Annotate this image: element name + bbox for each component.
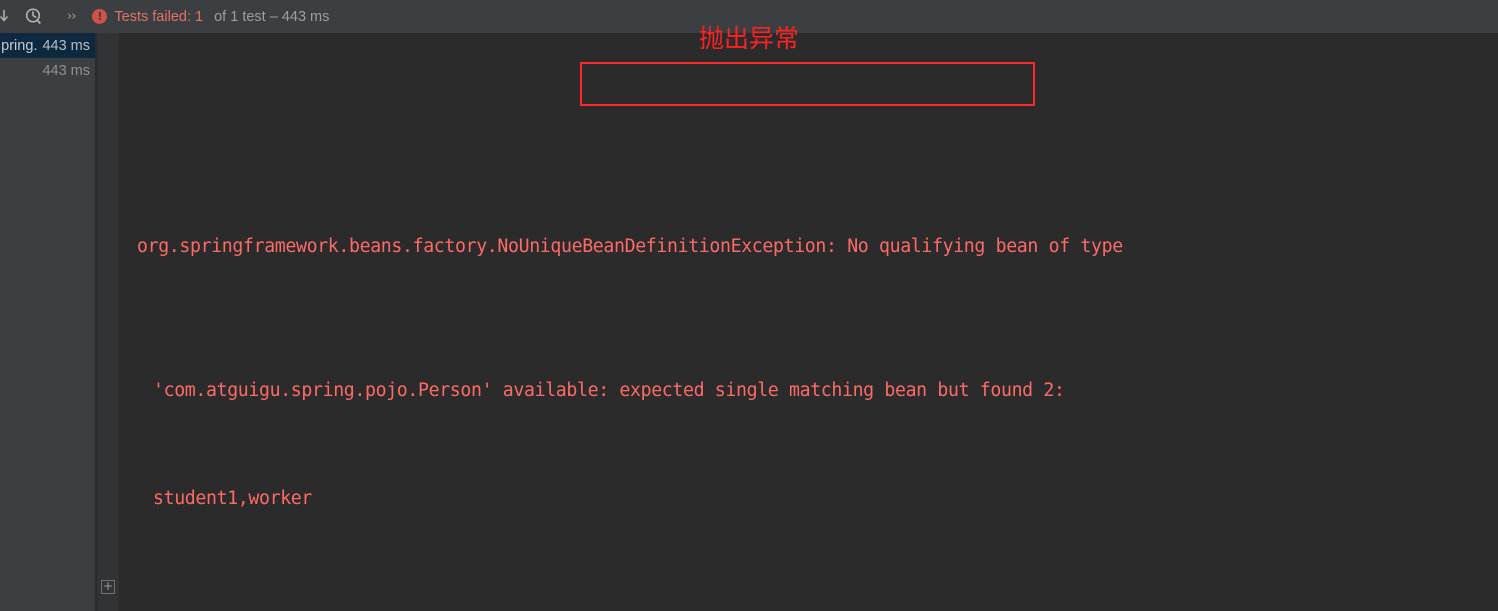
test-tree-pane[interactable]: pring. 443 ms 443 ms (0, 33, 95, 611)
test-tree-row-duration: 443 ms (42, 37, 90, 54)
tests-failed-label: Tests failed: 1 (114, 8, 204, 25)
test-status: ! Tests failed: 1 of 1 test – 443 ms (92, 9, 329, 25)
console-gutter (97, 33, 119, 611)
test-tree-row-selected[interactable]: pring. 443 ms (0, 33, 95, 58)
exception-message-head: No qualifying bean of type (836, 236, 1123, 257)
exception-class: NoUniqueBeanDefinitionException: (497, 236, 837, 257)
console-output-pane[interactable]: + org.springframework.beans.factory.NoUn… (97, 33, 1498, 611)
annotation-label: 抛出异常 (699, 24, 800, 53)
expand-fold-icon[interactable]: + (101, 580, 115, 594)
exception-line-1: org.springframework.beans.factory.NoUniq… (119, 229, 1498, 265)
tests-detail-label: of 1 test – 443 ms (210, 8, 330, 25)
test-tree-row-label: pring. (1, 37, 38, 54)
toolbar-overflow-chevron[interactable]: ›› (67, 9, 76, 24)
exception-package: org.springframework.beans.factory (137, 236, 487, 257)
stacktrace-text: org.springframework.beans.factory.NoUniq… (119, 33, 1498, 611)
exception-dot: . (486, 236, 498, 257)
test-tree-row-duration: 443 ms (42, 62, 90, 79)
test-tree-row[interactable]: 443 ms (0, 58, 95, 83)
history-clock-icon[interactable] (21, 4, 47, 30)
error-icon: ! (92, 9, 108, 24)
export-arrow-icon[interactable] (0, 4, 17, 30)
exception-line-3: student1,worker (153, 488, 312, 509)
exception-line-2: 'com.atguigu.spring.pojo.Person' availab… (153, 380, 1065, 401)
